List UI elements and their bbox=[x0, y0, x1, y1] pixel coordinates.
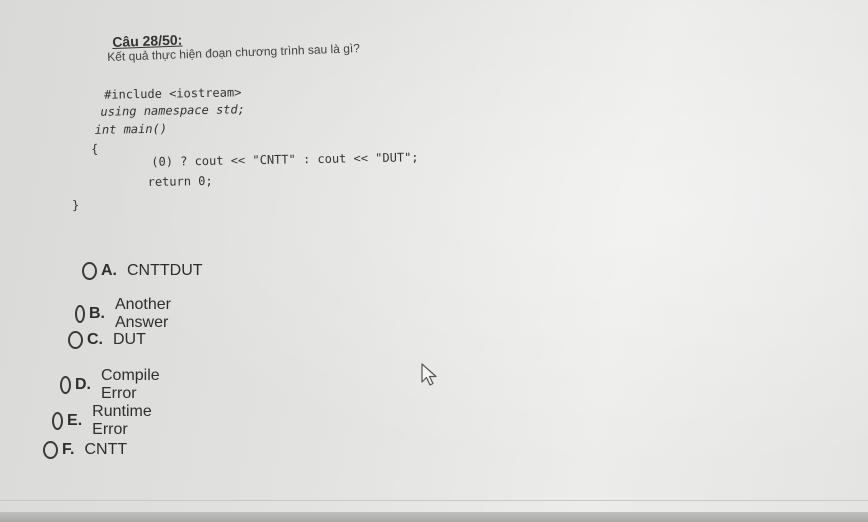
radio-unselected-icon[interactable] bbox=[43, 441, 58, 459]
radio-unselected-icon[interactable] bbox=[68, 331, 83, 349]
option-text: Runtime Error bbox=[92, 403, 152, 438]
code-line-main: int main() bbox=[94, 121, 168, 137]
bottom-bar bbox=[0, 512, 868, 522]
radio-unselected-icon[interactable] bbox=[52, 412, 64, 430]
option-letter: C. bbox=[87, 331, 103, 348]
option-text: DUT bbox=[113, 331, 146, 348]
option-e[interactable]: E. Runtime Error bbox=[52, 403, 156, 439]
screen-glare bbox=[0, 0, 868, 522]
radio-unselected-icon[interactable] bbox=[75, 305, 85, 323]
radio-unselected-icon[interactable] bbox=[60, 376, 71, 394]
option-text: CNTTDUT bbox=[127, 262, 203, 279]
option-text: Compile Error bbox=[100, 367, 160, 402]
divider bbox=[0, 500, 868, 501]
option-d[interactable]: D. Compile Error bbox=[60, 367, 164, 403]
radio-unselected-icon[interactable] bbox=[82, 262, 97, 280]
option-letter: A. bbox=[101, 262, 117, 279]
code-line-return: return 0; bbox=[147, 173, 213, 189]
option-letter: D. bbox=[74, 376, 91, 393]
code-line-ternary: (0) ? cout << "CNTT" : cout << "DUT"; bbox=[151, 150, 419, 169]
option-letter: F. bbox=[62, 441, 75, 458]
option-text: CNTT bbox=[84, 441, 128, 458]
code-line-open-brace: { bbox=[90, 141, 99, 156]
option-f[interactable]: F. CNTT bbox=[43, 441, 127, 459]
code-line-close-brace: } bbox=[71, 198, 80, 213]
code-line-namespace: using namespace std; bbox=[100, 102, 246, 119]
mouse-pointer-icon bbox=[421, 363, 437, 386]
option-text: Another Answer bbox=[114, 296, 171, 331]
option-c[interactable]: C. DUT bbox=[68, 331, 146, 349]
option-a[interactable]: A. CNTTDUT bbox=[82, 262, 203, 280]
code-line-include: #include <iostream> bbox=[103, 85, 242, 102]
option-letter: B. bbox=[88, 305, 105, 322]
option-letter: E. bbox=[67, 412, 83, 429]
option-b[interactable]: B. Another Answer bbox=[75, 296, 176, 332]
